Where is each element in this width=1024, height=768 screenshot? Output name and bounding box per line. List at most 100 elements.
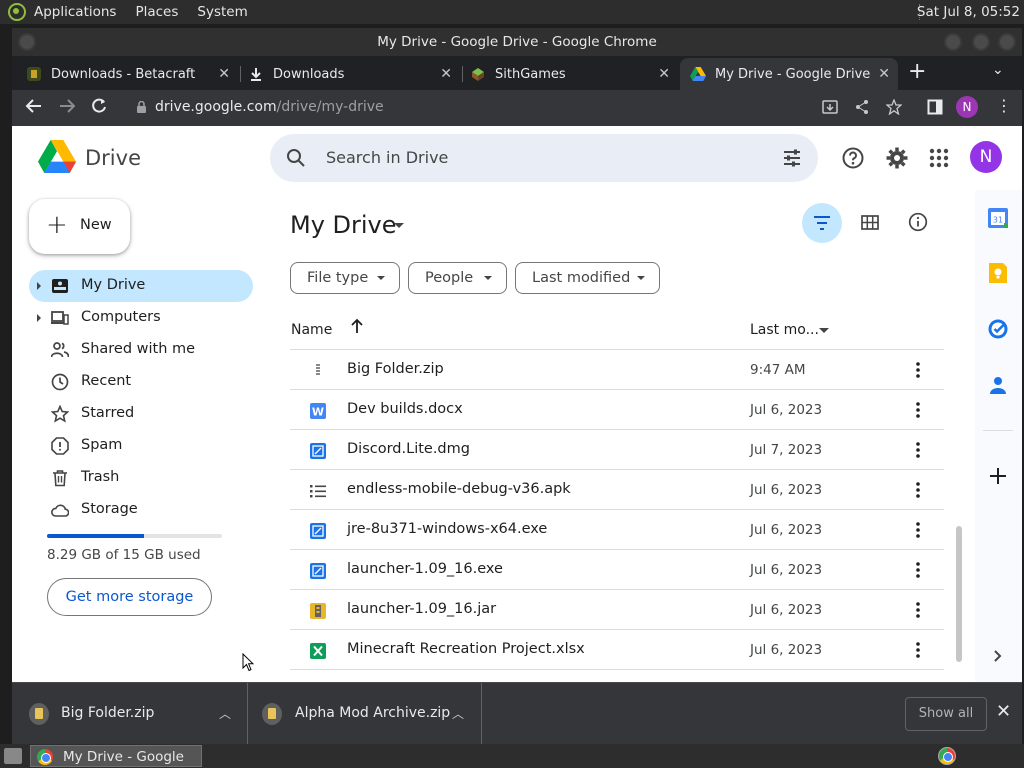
places-menu[interactable]: Places (135, 4, 178, 20)
chrome-menu-icon[interactable]: ⋮ (996, 96, 1012, 115)
lock-icon[interactable] (136, 101, 147, 113)
more-actions-icon[interactable] (910, 360, 926, 380)
more-actions-icon[interactable] (910, 560, 926, 580)
keep-notes-icon[interactable] (987, 262, 1009, 284)
tab-betacraft[interactable]: Downloads - Betacraft ✕ (26, 58, 238, 90)
tab-my-drive[interactable]: My Drive - Google Drive ✕ (680, 58, 898, 90)
system-menu[interactable]: System (197, 4, 247, 20)
download-item[interactable]: Big Folder.zip ︿ (12, 683, 248, 745)
filter-people[interactable]: People (408, 262, 507, 294)
details-info-icon[interactable] (908, 212, 928, 232)
more-actions-icon[interactable] (910, 520, 926, 540)
tab-sithgames[interactable]: SithGames ✕ (470, 58, 678, 90)
contacts-icon[interactable] (987, 374, 1009, 396)
close-window-button[interactable] (998, 33, 1016, 51)
grid-view-icon[interactable] (860, 213, 880, 233)
more-actions-icon[interactable] (910, 400, 926, 420)
tab-close-icon[interactable]: ✕ (658, 66, 670, 82)
chrome-profile-avatar[interactable]: N (956, 96, 978, 118)
show-desktop-icon[interactable] (4, 748, 22, 764)
search-options-icon[interactable] (782, 148, 802, 168)
file-row[interactable]: launcher-1.09_16.jar Jul 6, 2023 (290, 590, 944, 630)
file-row[interactable]: Discord.Lite.dmg Jul 7, 2023 (290, 430, 944, 470)
file-row[interactable]: endless-mobile-debug-v36.apk Jul 6, 2023 (290, 470, 944, 510)
window-titlebar[interactable]: My Drive - Google Drive - Google Chrome (12, 28, 1022, 56)
page-title[interactable]: My Drive (290, 211, 397, 239)
filter-last-modified[interactable]: Last modified (515, 262, 660, 294)
tab-downloads[interactable]: Downloads ✕ (248, 58, 460, 90)
apps-grid-icon[interactable] (927, 146, 951, 170)
side-panel-icon[interactable] (927, 99, 943, 119)
scrollbar[interactable] (956, 526, 962, 662)
file-row[interactable]: jre-8u371-windows-x64.exe Jul 6, 2023 (290, 510, 944, 550)
sidebar-item-trash[interactable]: Trash (29, 462, 253, 494)
tab-close-icon[interactable]: ✕ (440, 66, 452, 82)
file-name[interactable]: jre-8u371-windows-x64.exe (347, 521, 547, 537)
sidebar-item-starred[interactable]: Starred (29, 398, 253, 430)
sidebar-item-my-drive[interactable]: My Drive (29, 270, 253, 302)
more-actions-icon[interactable] (910, 640, 926, 660)
get-more-storage-button[interactable]: Get more storage (47, 578, 212, 616)
sidebar-item-storage[interactable]: Storage (29, 494, 253, 526)
app-name[interactable]: Drive (85, 146, 141, 170)
expand-caret-icon[interactable] (37, 282, 41, 290)
new-button[interactable]: + New (29, 199, 130, 254)
minimize-button[interactable] (944, 33, 962, 51)
chevron-right-icon[interactable] (987, 645, 1009, 667)
chevron-up-icon[interactable]: ︿ (219, 705, 231, 722)
sidebar-item-shared-with-me[interactable]: Shared with me (29, 334, 253, 366)
column-header-name[interactable]: Name (291, 322, 332, 338)
tab-search-chevron-icon[interactable]: ⌄ (992, 62, 1004, 78)
reload-icon[interactable] (90, 97, 108, 120)
address-bar[interactable]: drive.google.com/drive/my-drive (126, 93, 934, 123)
more-actions-icon[interactable] (910, 600, 926, 620)
expand-caret-icon[interactable] (37, 314, 41, 322)
file-row[interactable]: Minecraft Recreation Project.xlsx Jul 6, … (290, 630, 944, 670)
file-name[interactable]: Minecraft Recreation Project.xlsx (347, 641, 585, 657)
column-header-last-modified[interactable]: Last mo... (750, 322, 819, 338)
tab-close-icon[interactable]: ✕ (218, 66, 230, 82)
file-name[interactable]: Dev builds.docx (347, 401, 463, 417)
filter-toggle-button[interactable] (802, 203, 842, 243)
share-icon[interactable] (854, 99, 870, 119)
clock[interactable]: Sat Jul 8, 05:52 (917, 4, 1020, 20)
help-icon[interactable] (841, 146, 865, 170)
file-name[interactable]: Discord.Lite.dmg (347, 441, 470, 457)
download-item[interactable]: Alpha Mod Archive.zip ︿ (248, 683, 482, 745)
sidebar-item-computers[interactable]: Computers (29, 302, 253, 334)
tasks-icon[interactable] (987, 318, 1009, 340)
back-arrow-icon[interactable] (25, 97, 43, 120)
forward-arrow-icon[interactable] (58, 97, 76, 120)
add-plus-icon[interactable] (987, 465, 1009, 487)
google-drive-logo-icon[interactable] (38, 140, 76, 174)
title-dropdown-caret-icon[interactable] (394, 223, 404, 228)
search-bar[interactable]: Search in Drive (270, 134, 818, 182)
account-avatar[interactable]: N (970, 141, 1002, 173)
calendar-icon[interactable]: 31 (987, 207, 1009, 229)
sidebar-item-recent[interactable]: Recent (29, 366, 253, 398)
close-shelf-icon[interactable]: ✕ (996, 701, 1011, 722)
file-name[interactable]: launcher-1.09_16.jar (347, 601, 496, 617)
window-menu-button[interactable] (18, 33, 36, 51)
show-all-button[interactable]: Show all (905, 697, 987, 731)
new-tab-plus-icon[interactable]: + (908, 61, 926, 83)
settings-gear-icon[interactable] (885, 146, 909, 170)
sort-arrow-up-icon[interactable] (350, 318, 364, 338)
sidebar-item-spam[interactable]: Spam (29, 430, 253, 462)
more-actions-icon[interactable] (910, 440, 926, 460)
applications-menu[interactable]: Applications (34, 4, 116, 20)
file-row[interactable]: W Dev builds.docx Jul 6, 2023 (290, 390, 944, 430)
tray-chrome-icon[interactable] (938, 747, 956, 765)
file-name[interactable]: Big Folder.zip (347, 361, 444, 377)
file-row[interactable]: launcher-1.09_16.exe Jul 6, 2023 (290, 550, 944, 590)
tab-close-icon[interactable]: ✕ (878, 66, 890, 82)
install-app-icon[interactable] (822, 99, 838, 119)
file-name[interactable]: endless-mobile-debug-v36.apk (347, 481, 571, 497)
file-row[interactable]: Big Folder.zip 9:47 AM (290, 350, 944, 390)
search-input[interactable]: Search in Drive (326, 148, 448, 167)
more-actions-icon[interactable] (910, 480, 926, 500)
bookmark-star-icon[interactable] (885, 98, 903, 119)
distro-logo-icon[interactable] (8, 3, 26, 21)
chevron-up-icon[interactable]: ︿ (452, 705, 464, 722)
filter-file-type[interactable]: File type (290, 262, 400, 294)
